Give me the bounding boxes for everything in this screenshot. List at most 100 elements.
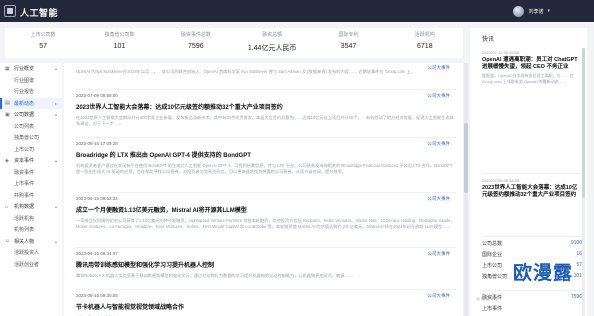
news-title[interactable]: Broadridge 的 LTX 推出由 OpenAI GPT-4 提供支持的 … bbox=[76, 150, 456, 159]
money-icon: ◈ bbox=[5, 157, 9, 164]
avatar[interactable] bbox=[513, 5, 525, 17]
stat-value: 101 bbox=[113, 43, 126, 50]
feed-scroll-thumb[interactable] bbox=[464, 123, 468, 193]
stat-card[interactable]: 国际专利 3547 bbox=[310, 28, 386, 58]
right-scroll-thumb[interactable] bbox=[582, 48, 585, 198]
sidebar-item[interactable]: ▤ 最新动态 ▸ bbox=[0, 97, 62, 109]
sidebar-item-label: 资本事件 bbox=[14, 158, 35, 165]
divider bbox=[76, 192, 456, 193]
sidebar-item[interactable]: 活跃投资人 bbox=[0, 247, 62, 259]
news-tag[interactable]: 公司大事件 bbox=[428, 93, 451, 99]
flash-news-body: 据报道，OpenAI 在本周有多位员工离职，与…… 在 Groop.com 上领… bbox=[482, 73, 574, 84]
sidebar-item-label: 独角兽公司 bbox=[14, 135, 40, 142]
flash-news-item[interactable]: 2023-07-09 09:58:00 2023世界人工智能大会落幕：达成10亿元… bbox=[482, 178, 582, 199]
news-date: 2023-06-15 09:34:07 bbox=[76, 251, 118, 256]
news-item[interactable]: 2023-06-15 09:30:05 公司大事件节卡机器人与智能视觉视觉领域战略… bbox=[76, 293, 456, 316]
app-logo-icon[interactable] bbox=[4, 5, 16, 17]
capital-stat-row[interactable]: 上市事件 bbox=[482, 305, 582, 312]
capital-stat-label: 上市事件 bbox=[482, 306, 503, 312]
news-tag[interactable]: 公司大事件 bbox=[428, 65, 451, 71]
flash-news-title[interactable]: OpenAI 遭遇离职潮：员工对 ChatGPT 进展缓慢失望，领起 CEO 不… bbox=[482, 57, 582, 71]
sidebar-item[interactable]: 行业图谱 bbox=[0, 75, 62, 87]
sidebar-item[interactable]: ▣ 公司数据 ▴ bbox=[0, 109, 62, 121]
top-bar: 人工智能 刘李诺 ▾ bbox=[0, 0, 594, 22]
divider bbox=[76, 247, 456, 248]
sidebar-item[interactable]: 上市事件 bbox=[0, 178, 62, 190]
news-tag[interactable]: 公司大事件 bbox=[428, 251, 451, 257]
news-tag[interactable]: 公司大事件 bbox=[428, 141, 451, 147]
sidebar-item[interactable]: 上市公司 bbox=[0, 144, 62, 156]
news-item[interactable]: 2023-06-15 09:34:07 公司大事件腾讯用带训练感知模型和强化学习习… bbox=[76, 251, 456, 279]
stat-card[interactable]: 独角兽公司数 101 bbox=[81, 28, 157, 58]
news-item[interactable]: 2023-07-09 09:58:00 公司大事件 2023世界人工智能大会落幕：达… bbox=[76, 93, 456, 127]
news-meta: 2023-06-15 17:09:20 公司大事件 bbox=[76, 141, 456, 146]
sidebar-item[interactable]: 行业报告 bbox=[0, 86, 62, 98]
feed-scrollbar[interactable] bbox=[464, 63, 468, 316]
news-item[interactable]: 公司大事件 OpenAI 的Ilya Sutskever 在2023年11月…，…… bbox=[76, 65, 456, 75]
stat-value: 1.44亿元人民币 bbox=[247, 45, 297, 52]
company-stat-label: 上市公司 bbox=[482, 263, 503, 269]
stat-label: 融资事件总数 bbox=[180, 32, 211, 38]
sidebar-item[interactable]: ☺ 相关人物 ▴ bbox=[0, 236, 62, 248]
sidebar-item[interactable]: 独角兽公司 bbox=[0, 132, 62, 144]
flash-news-date: 2023-07-09 09:58:00 bbox=[482, 178, 520, 183]
right-scrollbar[interactable] bbox=[582, 48, 585, 316]
chevron-icon: ▴ bbox=[54, 204, 57, 210]
divider bbox=[482, 290, 582, 291]
news-icon: ▤ bbox=[5, 100, 10, 107]
news-body: OpenAI 的Ilya Sutskever 在2023年11月…，…该公司的联… bbox=[76, 69, 415, 74]
sidebar-item-label: 融资事件 bbox=[14, 169, 35, 176]
user-menu[interactable]: 刘李诺 ▾ bbox=[513, 5, 550, 17]
sidebar-item-label: 最新动态 bbox=[14, 100, 35, 107]
news-item[interactable]: 2023-06-15 09:52:34 公司大事件成立一个月便融资1.13亿美元融… bbox=[76, 196, 456, 230]
news-title[interactable]: 节卡机器人与智能视觉视觉领域战略合作 bbox=[76, 302, 456, 311]
sidebar-item[interactable]: ⌂ 机构数据 ▴ bbox=[0, 201, 62, 213]
news-date: 2023-06-15 09:52:34 bbox=[76, 196, 118, 201]
news-tag[interactable]: 公司大事件 bbox=[428, 293, 451, 299]
sidebar-item-label: 活跃创业者 bbox=[14, 261, 40, 268]
chevron-icon: ▴ bbox=[54, 238, 57, 244]
sidebar-item[interactable]: ◈ 资本事件 ▴ bbox=[0, 155, 62, 167]
stat-card[interactable]: 融资总额 1.44亿元人民币 bbox=[234, 28, 310, 58]
sidebar-item[interactable]: 活跃创业者 bbox=[0, 259, 62, 271]
sidebar-item-label: 上市公司 bbox=[14, 146, 35, 153]
org-icon: ⌂ bbox=[5, 203, 9, 210]
stats-bar: 上市公司数 57 独角兽公司数 101 融资事件总数 7596 融资总额 1.44亿元人民币 国… bbox=[5, 28, 463, 58]
company-stat-value: 57 bbox=[576, 262, 582, 268]
stat-card[interactable]: 上市公司数 57 bbox=[5, 28, 81, 58]
news-item[interactable]: 2023-06-15 17:09:20 公司大事件 Broadridge 的 LTX… bbox=[76, 141, 456, 175]
sidebar-item-label: 相关人物 bbox=[14, 238, 35, 245]
sidebar-item-label: 行业图谱 bbox=[14, 77, 35, 84]
divider bbox=[482, 236, 582, 237]
sidebar-item[interactable]: 公司列表 bbox=[0, 121, 62, 133]
news-title[interactable]: 成立一个月便融资1.13亿美元融资，Mistral AI将开源其LLM模型 bbox=[76, 205, 456, 214]
news-date: 2023-06-15 09:30:05 bbox=[76, 293, 118, 298]
news-title[interactable]: 腾讯用带训练感知模型和强化学习习提升机器人控制 bbox=[76, 260, 456, 269]
flash-news-title[interactable]: 2023世界人工智能大会落幕：达成10亿元级签约额推动32个重大产业项目签约 bbox=[482, 185, 582, 199]
stat-label: 国际专利 bbox=[338, 32, 359, 38]
sidebar-item-label: 公司数据 bbox=[14, 112, 35, 119]
chevron-icon: ▴ bbox=[54, 112, 57, 118]
sidebar-item[interactable]: 机构列表 bbox=[0, 224, 62, 236]
company-stat-row[interactable]: 公司总数 9100 bbox=[482, 240, 582, 247]
sidebar-item[interactable]: 并购事件 bbox=[0, 190, 62, 202]
stat-card[interactable]: 活跃机构 6718 bbox=[387, 28, 463, 58]
divider bbox=[76, 137, 456, 138]
sidebar-item[interactable]: ▦ 行业概览 ▴ bbox=[0, 63, 62, 75]
user-name: 刘李诺 bbox=[528, 8, 544, 15]
sidebar-item[interactable]: 融资事件 bbox=[0, 167, 62, 179]
news-body: 在2023世界人工智能大会期间共计400余家企业参展，发布新品及新技术，其中有3… bbox=[76, 115, 454, 127]
stat-card[interactable]: 融资事件总数 7596 bbox=[158, 28, 234, 58]
company-stat-row[interactable]: 国际企业 16 bbox=[482, 251, 582, 258]
brand-watermark: 欧漫露 bbox=[513, 263, 574, 284]
flash-news-item[interactable]: 2023-07-12 09:19:00 OpenAI 遭遇离职潮：员工对 Chat… bbox=[482, 50, 582, 85]
news-tag[interactable]: 公司大事件 bbox=[428, 196, 451, 202]
sidebar-item[interactable]: 活跃机构 bbox=[0, 213, 62, 225]
company-stat-value: 16 bbox=[576, 251, 582, 257]
news-date: 2023-07-09 09:58:00 bbox=[76, 93, 118, 98]
news-meta: 2023-07-09 09:58:00 公司大事件 bbox=[76, 93, 456, 98]
capital-stat-value: 7596 bbox=[570, 294, 582, 300]
news-title[interactable]: 2023世界人工智能大会落幕：达成10亿元级签约额推动32个重大产业项目签约 bbox=[76, 102, 456, 111]
flash-news-heading: 快讯 bbox=[482, 37, 495, 43]
news-body: 机构投资者客户通过在其现有平台使用 BondGPT 的生成式人工智能 OpenA… bbox=[76, 163, 453, 175]
